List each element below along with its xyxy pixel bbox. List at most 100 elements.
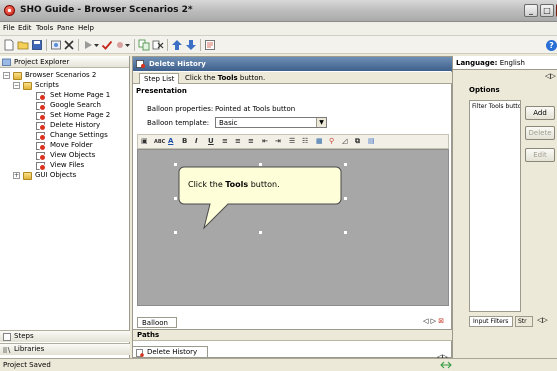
move-down-icon[interactable] bbox=[185, 39, 197, 51]
status-bar: Project Saved bbox=[0, 358, 557, 371]
open-folder-icon[interactable] bbox=[17, 39, 29, 51]
tree-script-item[interactable]: Google Search bbox=[50, 101, 101, 110]
preview-icon[interactable] bbox=[50, 39, 62, 51]
connection-indicator-icon bbox=[440, 361, 452, 369]
tree-script-item[interactable]: Delete History bbox=[50, 121, 100, 130]
tree-script-item[interactable]: Set Home Page 2 bbox=[50, 111, 110, 120]
resize-handle[interactable] bbox=[174, 197, 177, 200]
properties-icon[interactable] bbox=[204, 39, 216, 51]
delete-icon[interactable] bbox=[63, 39, 75, 51]
tree-script-item[interactable]: Set Home Page 1 bbox=[50, 91, 110, 100]
collapse-icon[interactable]: − bbox=[3, 72, 10, 79]
font-color-icon[interactable]: A bbox=[168, 137, 173, 145]
add-button[interactable]: Add bbox=[525, 106, 555, 120]
resize-handle[interactable] bbox=[344, 197, 347, 200]
tree-root[interactable]: Browser Scenarios 2 bbox=[25, 71, 96, 80]
chevron-down-icon[interactable] bbox=[124, 39, 131, 51]
insert-link-icon[interactable]: ⚲ bbox=[329, 137, 334, 145]
menu-help[interactable]: Help bbox=[78, 24, 94, 32]
app-icon bbox=[4, 5, 15, 16]
copy-step-icon[interactable] bbox=[138, 39, 150, 51]
tree-script-item[interactable]: Change Settings bbox=[50, 131, 108, 140]
steps-tab[interactable]: Steps bbox=[0, 330, 130, 342]
resize-handle[interactable] bbox=[344, 231, 347, 234]
project-explorer-panel: Project Explorer − Browser Scenarios 2 −… bbox=[0, 56, 130, 358]
delete-step-icon[interactable] bbox=[152, 39, 164, 51]
tree-script-item[interactable]: View Files bbox=[50, 161, 84, 170]
screen-icon[interactable]: ▤ bbox=[368, 137, 375, 145]
tab-str[interactable]: Str bbox=[515, 316, 533, 327]
expand-icon[interactable]: + bbox=[13, 172, 20, 179]
tab-input-filters[interactable]: Input Filters bbox=[469, 316, 513, 327]
help-icon[interactable]: ? bbox=[546, 40, 557, 51]
arrow-right-icon[interactable]: ▷ bbox=[431, 317, 436, 325]
format-painter-icon[interactable]: ▣ bbox=[141, 137, 148, 145]
arrow-left-icon[interactable]: ◁ bbox=[423, 317, 428, 325]
toolbar-separator bbox=[134, 39, 135, 51]
resize-handle[interactable] bbox=[174, 163, 177, 166]
copy-icon[interactable]: ⧉ bbox=[355, 137, 360, 146]
steps-tab-label: Steps bbox=[14, 332, 34, 340]
toolbar-separator bbox=[200, 39, 201, 51]
tree-scripts-folder[interactable]: Scripts bbox=[35, 81, 59, 90]
delete-button[interactable]: Delete bbox=[525, 126, 555, 140]
arrow-right-icon[interactable]: ▷ bbox=[550, 72, 555, 80]
align-right-icon[interactable]: ≡ bbox=[248, 137, 254, 145]
numbered-list-icon[interactable]: ☷ bbox=[302, 137, 308, 145]
libraries-tab[interactable]: Libraries bbox=[0, 343, 130, 355]
tree-gui-objects-folder[interactable]: GUI Objects bbox=[35, 171, 76, 180]
speech-balloon[interactable] bbox=[178, 166, 344, 230]
language-value[interactable]: English bbox=[500, 59, 525, 67]
balloon-template-label: Balloon template: bbox=[147, 119, 210, 127]
balloon-template-select[interactable]: Basic ▼ bbox=[215, 117, 327, 128]
step-description[interactable]: Click the Tools button. bbox=[181, 73, 269, 84]
chevron-down-icon[interactable] bbox=[93, 39, 100, 51]
check-icon[interactable] bbox=[101, 39, 113, 51]
image-icon[interactable]: ◿ bbox=[342, 137, 347, 145]
move-up-icon[interactable] bbox=[171, 39, 183, 51]
tree-script-item[interactable]: Move Folder bbox=[50, 141, 93, 150]
menu-file[interactable]: File bbox=[3, 24, 15, 32]
collapse-icon[interactable]: − bbox=[13, 82, 20, 89]
document-tab[interactable]: Delete History bbox=[132, 346, 208, 358]
resize-handle[interactable] bbox=[174, 231, 177, 234]
script-icon bbox=[136, 60, 145, 68]
language-label: Language: bbox=[456, 59, 498, 67]
balloon-text-prefix: Click the bbox=[188, 180, 226, 189]
align-center-icon[interactable]: ≡ bbox=[235, 137, 241, 145]
underline-icon[interactable]: U bbox=[208, 137, 214, 145]
menu-edit[interactable]: Edit bbox=[18, 24, 32, 32]
menu-tools[interactable]: Tools bbox=[36, 24, 53, 32]
bold-icon[interactable]: B bbox=[182, 137, 187, 145]
tab-step-list[interactable]: Step List bbox=[139, 73, 180, 84]
resize-handle[interactable] bbox=[259, 231, 262, 234]
resize-handle[interactable] bbox=[344, 163, 347, 166]
insert-table-icon[interactable]: ▦ bbox=[316, 137, 323, 145]
filter-list-item[interactable]: Filter Tools butto bbox=[472, 103, 520, 110]
language-bar: Language: English bbox=[453, 56, 557, 70]
new-file-icon[interactable] bbox=[3, 39, 15, 51]
italic-icon[interactable]: I bbox=[195, 137, 198, 145]
indent-icon[interactable]: ⇥ bbox=[275, 137, 281, 145]
bullet-list-icon[interactable]: ☰ bbox=[289, 137, 295, 145]
menu-pane[interactable]: Pane bbox=[57, 24, 74, 32]
minimize-button[interactable]: _ bbox=[524, 4, 538, 17]
toolbar: ? bbox=[0, 36, 557, 54]
script-icon bbox=[36, 162, 46, 171]
font-icon[interactable]: ABC bbox=[154, 139, 165, 145]
save-icon[interactable] bbox=[31, 39, 43, 51]
align-left-icon[interactable]: ≡ bbox=[222, 137, 228, 145]
filter-list[interactable]: Filter Tools butto bbox=[469, 100, 521, 312]
explorer-icon bbox=[2, 58, 11, 66]
options-nav: ◁▷ bbox=[545, 72, 556, 80]
edit-button[interactable]: Edit bbox=[525, 148, 555, 162]
arrow-right-icon[interactable]: ▷ bbox=[542, 316, 547, 324]
outdent-icon[interactable]: ⇤ bbox=[262, 137, 268, 145]
tab-balloon[interactable]: Balloon bbox=[137, 317, 177, 328]
chevron-down-icon[interactable]: ▼ bbox=[316, 118, 326, 127]
maximize-button[interactable]: □ bbox=[540, 4, 554, 17]
folder-icon bbox=[23, 172, 32, 180]
toolbar-separator bbox=[167, 39, 168, 51]
tree-script-item[interactable]: View Objects bbox=[50, 151, 95, 160]
close-tab-icon[interactable]: ⊠ bbox=[438, 317, 444, 325]
